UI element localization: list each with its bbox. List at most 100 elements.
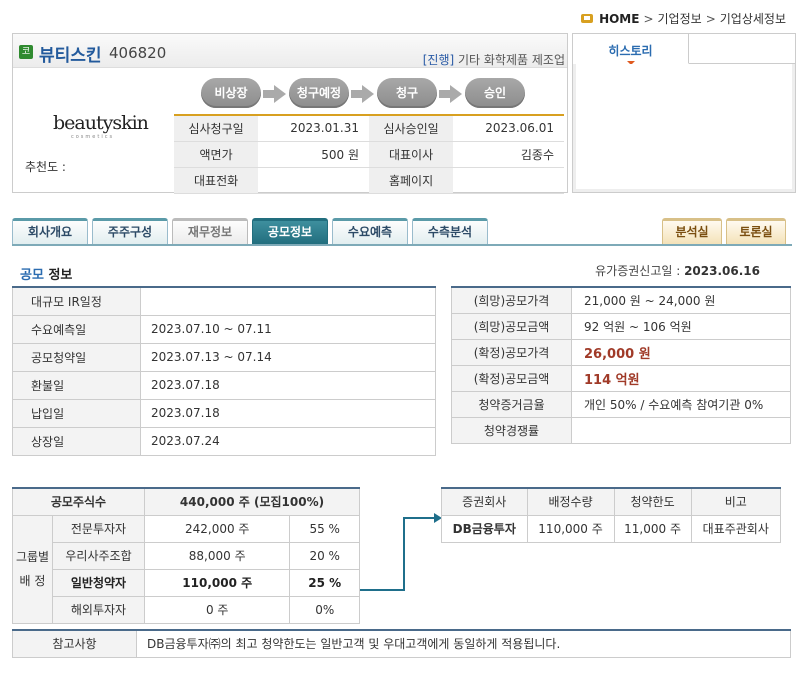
tab-4[interactable]: 수요예측 — [332, 218, 408, 244]
pricing-row: 청약경쟁률 — [451, 416, 791, 444]
underwriter-company: DB금융투자 — [441, 514, 528, 543]
pricing-value: 92 억원 ~ 106 억원 — [571, 312, 791, 340]
filing-date-line: 유가증권신고일 : 2023.06.16 — [595, 262, 760, 279]
listing-progress-steps: 비상장 청구예정 청구 승인 — [201, 78, 525, 108]
pricing-value: 개인 50% / 수요예측 참여기관 0% — [571, 390, 791, 418]
breadcrumb-current: 기업상세정보 — [719, 12, 786, 26]
notes-row: 참고사항 DB금융투자㈜의 최고 청약한도는 일반고객 및 우대고객에게 동일하… — [12, 629, 791, 658]
schedule-label: 상장일 — [12, 426, 141, 456]
group-label-line2: 배 정 — [19, 574, 46, 588]
tab-0[interactable]: 회사개요 — [12, 218, 88, 244]
pricing-label: (확정)공모금액 — [451, 364, 572, 392]
company-code: 406820 — [109, 44, 167, 62]
allocated-pct: 20 % — [289, 541, 360, 570]
pricing-label: (확정)공모가격 — [451, 338, 572, 366]
pricing-row: (확정)공모금액 114 억원 — [451, 364, 791, 392]
tab-2[interactable]: 재무정보 — [172, 218, 248, 244]
info-label: 액면가 — [174, 141, 259, 168]
underwriter-table: 증권회사 배정수량 청약한도 비고 DB금융투자 110,000 주 11,000 주 대표주… — [441, 487, 782, 543]
tab-5[interactable]: 수측분석 — [412, 218, 488, 244]
shares-total-value: 440,000 주 (모집100%) — [144, 487, 360, 516]
allocation-arrow-icon — [360, 513, 442, 591]
company-logo: beautyskin cosmetics — [53, 112, 149, 142]
underwriter-header-row: 증권회사 배정수량 청약한도 비고 — [441, 487, 782, 516]
info-row: 액면가 500 원 대표이사 김종수 — [174, 141, 564, 168]
info-label: 홈페이지 — [368, 167, 454, 194]
company-status: [진행] 기타 화학제품 제조업 — [423, 51, 565, 68]
underwriter-header: 비고 — [690, 487, 782, 516]
shares-total-label: 공모주식수 — [12, 487, 145, 516]
allocated-qty: 88,000 주 — [143, 541, 291, 570]
pricing-row: (확정)공모가격 26,000 원 — [451, 338, 791, 366]
status-tag: [진행] — [422, 53, 455, 67]
allocated-qty: 0 주 — [143, 595, 291, 624]
progress-step: 비상장 — [201, 78, 261, 108]
progress-step: 청구 — [377, 78, 437, 108]
investor-type: 해외투자자 — [52, 595, 145, 624]
side-tab-0[interactable]: 분석실 — [662, 218, 722, 244]
shares-row: 일반청약자 110,000 주 25 % — [13, 568, 360, 597]
tab-3[interactable]: 공모정보 — [252, 218, 328, 244]
info-label: 대표이사 — [368, 141, 454, 168]
schedule-row: 환불일 2023.07.18 — [12, 370, 436, 400]
info-value: 2023.06.01 — [453, 115, 564, 142]
info-label: 심사청구일 — [174, 115, 259, 142]
side-tabs: 분석실 토론실 — [662, 218, 786, 244]
shares-row: 그룹별 배 정 전문투자자 242,000 주 55 % — [12, 514, 360, 624]
tab-divider — [12, 244, 792, 246]
investor-type: 우리사주조합 — [52, 541, 145, 570]
underwriter-limit: 11,000 주 — [613, 514, 692, 543]
schedule-row: 납입일 2023.07.18 — [12, 398, 436, 428]
schedule-value: 2023.07.24 — [140, 426, 436, 456]
shares-row: 우리사주조합 88,000 주 20 % — [13, 541, 360, 570]
pricing-label: 청약경쟁률 — [451, 416, 572, 444]
group-label: 그룹별배 정 — [12, 514, 53, 624]
schedule-label: 대규모 IR일정 — [12, 286, 141, 316]
schedule-value — [140, 286, 436, 316]
pricing-label: (희망)공모가격 — [451, 286, 572, 314]
industry-label: 기타 화학제품 제조업 — [458, 53, 565, 67]
pricing-label: (희망)공모금액 — [451, 312, 572, 340]
underwriter-qty: 110,000 주 — [526, 514, 615, 543]
info-value — [258, 167, 369, 194]
section-title-highlight: 공모 — [20, 268, 44, 283]
arrow-right-icon — [351, 84, 375, 103]
tab-1[interactable]: 주주구성 — [92, 218, 168, 244]
arrow-right-icon — [439, 84, 463, 103]
schedule-value: 2023.07.13 ~ 07.14 — [140, 342, 436, 372]
allocated-pct: 25 % — [289, 568, 360, 597]
schedule-value: 2023.07.18 — [140, 398, 436, 428]
schedule-label: 공모청약일 — [12, 342, 141, 372]
shares-row: 해외투자자 0 주 0% — [13, 595, 360, 624]
breadcrumb-level1-link[interactable]: 기업정보 — [658, 10, 702, 27]
section-title: 공모 정보 — [20, 264, 72, 283]
schedule-value: 2023.07.18 — [140, 370, 436, 400]
chevron-right-icon: > — [643, 11, 654, 26]
company-info-table: 심사청구일 2023.01.31 심사승인일 2023.06.01 액면가 500 원 대표… — [174, 114, 564, 194]
history-tab[interactable]: 히스토리 — [573, 34, 689, 65]
breadcrumb: HOME > 기업정보 > 기업상세정보 — [581, 10, 786, 27]
schedule-label: 수요예측일 — [12, 314, 141, 344]
progress-step: 승인 — [465, 78, 525, 108]
group-label-line1: 그룹별 — [15, 550, 50, 564]
info-row: 대표전화 홈페이지 — [174, 167, 564, 194]
pricing-row: (희망)공모가격 21,000 원 ~ 24,000 원 — [451, 286, 791, 314]
ipo-schedule-table: 대규모 IR일정 수요예측일 2023.07.10 ~ 07.11 공모청약일 2023… — [12, 286, 436, 456]
shares-total-row: 공모주식수 440,000 주 (모집100%) — [12, 487, 360, 516]
pricing-label: 청약증거금율 — [451, 390, 572, 418]
pricing-value: 26,000 원 — [571, 338, 791, 366]
schedule-label: 납입일 — [12, 398, 141, 428]
breadcrumb-home-link[interactable]: HOME — [599, 12, 639, 26]
allocated-pct: 55 % — [289, 514, 360, 543]
company-name: 뷰티스킨 — [39, 46, 102, 66]
info-label: 심사승인일 — [368, 115, 454, 142]
side-tab-1[interactable]: 토론실 — [726, 218, 786, 244]
pricing-row: (희망)공모금액 92 억원 ~ 106 억원 — [451, 312, 791, 340]
notes-label: 참고사항 — [12, 629, 137, 658]
logo-subtext: cosmetics — [71, 134, 115, 140]
info-row: 심사청구일 2023.01.31 심사승인일 2023.06.01 — [174, 115, 564, 142]
section-title-rest: 정보 — [43, 268, 73, 283]
info-value: 500 원 — [258, 141, 369, 168]
schedule-row: 수요예측일 2023.07.10 ~ 07.11 — [12, 314, 436, 344]
history-panel: 히스토리 — [572, 33, 796, 193]
